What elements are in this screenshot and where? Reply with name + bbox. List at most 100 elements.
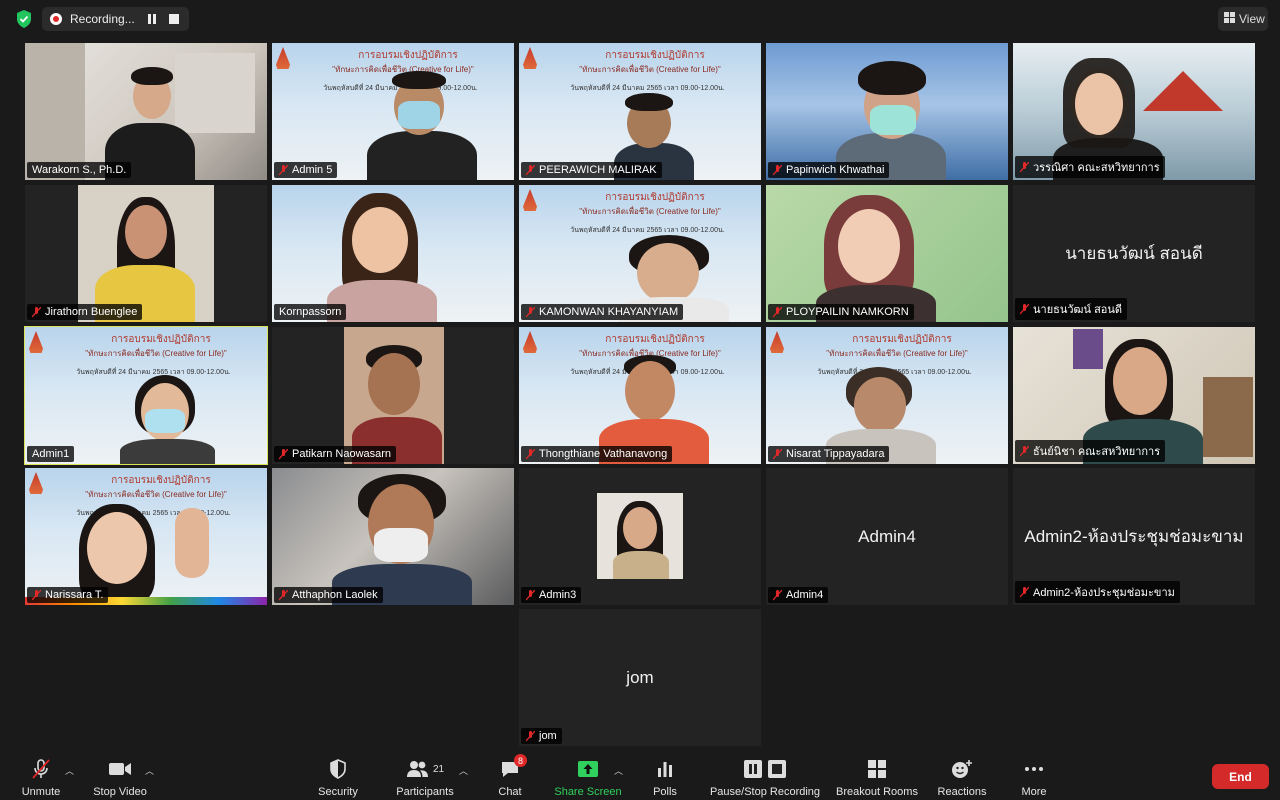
video-options-caret[interactable]: ︿: [145, 764, 154, 777]
video-tile[interactable]: Atthaphon Laolek: [272, 468, 514, 605]
muted-mic-icon: [278, 589, 289, 601]
pause-stop-recording-button[interactable]: Pause/Stop Recording: [707, 752, 823, 800]
stop-video-button[interactable]: Stop Video: [90, 752, 150, 800]
slide-subtitle: "ทักษะการคิดเพื่อชีวิต (Creative for Lif…: [579, 207, 721, 216]
record-icon: [50, 13, 62, 25]
security-button[interactable]: Security: [313, 752, 363, 800]
participant-name-label: Warakorn S., Ph.D.: [32, 164, 127, 176]
recording-controls-icon: [743, 758, 787, 780]
video-tile[interactable]: Admin3: [519, 468, 761, 605]
breakout-rooms-label: Breakout Rooms: [836, 786, 918, 798]
participant-name-label: Thongthiane Vathanavong: [539, 448, 668, 460]
polls-button[interactable]: Polls: [645, 752, 685, 800]
smiley-plus-icon: [951, 758, 973, 780]
participant-name: PEERAWICH MALIRAK: [521, 162, 662, 178]
video-tile[interactable]: การอบรมเชิงปฏิบัติการ "ทักษะการคิดเพื่อช…: [25, 468, 267, 605]
video-tile[interactable]: การอบรมเชิงปฏิบัติการ "ทักษะการคิดเพื่อช…: [519, 185, 761, 322]
video-tile[interactable]: ธันย์นิชา คณะสหวิทยาการ: [1013, 327, 1255, 464]
breakout-rooms-button[interactable]: Breakout Rooms: [834, 752, 920, 800]
share-screen-button[interactable]: Share Screen: [553, 752, 623, 800]
participant-name-label: Admin 5: [292, 164, 333, 176]
video-tile[interactable]: การอบรมเชิงปฏิบัติการ "ทักษะการคิดเพื่อช…: [272, 43, 514, 180]
participants-options-caret[interactable]: ︿: [459, 764, 468, 777]
participant-name-label: KAMONWAN KHAYANYIAM: [539, 306, 679, 318]
view-button[interactable]: View: [1218, 7, 1268, 31]
muted-mic-icon: [772, 164, 783, 176]
participant-name: Nisarat Tippayadara: [768, 446, 890, 462]
share-options-caret[interactable]: ︿: [614, 764, 623, 777]
unmute-button[interactable]: Unmute: [16, 752, 66, 800]
participant-name-label: jom: [539, 730, 557, 742]
video-tile[interactable]: Admin4 Admin4: [766, 468, 1008, 605]
participant-name-label: นายธนวัฒน์ สอนดี: [1033, 304, 1123, 316]
muted-mic-icon: [1019, 586, 1030, 598]
participant-name-label: ธันย์นิชา คณะสหวิทยาการ: [1033, 446, 1161, 458]
chat-label: Chat: [498, 786, 522, 798]
participant-name: Admin1: [27, 446, 75, 462]
stop-recording-button[interactable]: [167, 12, 181, 26]
video-camera-icon: [108, 758, 132, 780]
participants-button[interactable]: 21 Participants: [393, 752, 457, 800]
slide-title: การอบรมเชิงปฏิบัติการ: [852, 334, 952, 345]
end-meeting-button[interactable]: End: [1212, 764, 1269, 789]
participant-name: KAMONWAN KHAYANYIAM: [521, 304, 684, 320]
video-tile[interactable]: นายธนวัฒน์ สอนดี นายธนวัฒน์ สอนดี: [1013, 185, 1255, 322]
muted-mic-icon: [525, 306, 536, 318]
video-tile[interactable]: Admin2-ห้องประชุมช่อมะขาม Admin2-ห้องประ…: [1013, 468, 1255, 605]
participant-name: jom: [521, 728, 562, 744]
slide-title: การอบรมเชิงปฏิบัติการ: [605, 334, 705, 345]
participant-name-label: Jirathorn Buenglee: [45, 306, 138, 318]
muted-mic-icon: [1019, 445, 1030, 457]
participant-name: Narissara T.: [27, 587, 109, 603]
video-tile[interactable]: การอบรมเชิงปฏิบัติการ "ทักษะการคิดเพื่อช…: [519, 327, 761, 464]
view-label: View: [1239, 12, 1265, 26]
participant-name: Admin4: [768, 587, 829, 603]
video-tile[interactable]: Patikarn Naowasarn: [272, 327, 514, 464]
participant-name: Thongthiane Vathanavong: [521, 446, 673, 462]
participant-display-name: jom: [626, 667, 654, 687]
slide-subtitle: "ทักษะการคิดเพื่อชีวิต (Creative for Lif…: [579, 65, 721, 74]
shield-icon: [329, 758, 347, 780]
video-tile[interactable]: PLOYPAILIN NAMKORN: [766, 185, 1008, 322]
slide-date: วันพฤหัสบดีที่ 24 มีนาคม 2565 เวลา 09.00…: [76, 510, 231, 517]
participant-name-label: Nisarat Tippayadara: [786, 448, 885, 460]
audio-options-caret[interactable]: ︿: [65, 764, 74, 777]
security-label: Security: [318, 786, 358, 798]
pause-recording-button[interactable]: [145, 12, 159, 26]
participant-name: นายธนวัฒน์ สอนดี: [1015, 298, 1128, 320]
meeting-toolbar: Unmute ︿ Stop Video ︿ Security 21 Partic…: [0, 752, 1280, 800]
video-tile[interactable]: วรรณิศา คณะสหวิทยาการ: [1013, 43, 1255, 180]
shield-icon[interactable]: [14, 9, 34, 29]
participant-name: PLOYPAILIN NAMKORN: [768, 304, 914, 320]
share-screen-label: Share Screen: [554, 786, 622, 798]
video-tile[interactable]: การอบรมเชิงปฏิบัติการ "ทักษะการคิดเพื่อช…: [519, 43, 761, 180]
breakout-rooms-icon: [867, 758, 887, 780]
recording-label: Pause/Stop Recording: [709, 786, 821, 798]
slide-title: การอบรมเชิงปฏิบัติการ: [111, 334, 211, 345]
participant-name: Papinwich Khwathai: [768, 162, 890, 178]
video-tile[interactable]: jom jom: [519, 609, 761, 746]
slide-date: วันพฤหัสบดีที่ 24 มีนาคม 2565 เวลา 09.00…: [570, 227, 725, 234]
video-tile[interactable]: Warakorn S., Ph.D.: [25, 43, 267, 180]
video-tile-active-speaker[interactable]: การอบรมเชิงปฏิบัติการ "ทักษะการคิดเพื่อช…: [24, 326, 268, 465]
video-tile[interactable]: การอบรมเชิงปฏิบัติการ "ทักษะการคิดเพื่อช…: [766, 327, 1008, 464]
video-tile[interactable]: Kornpassorn: [272, 185, 514, 322]
muted-mic-icon: [525, 589, 536, 601]
muted-mic-icon: [1019, 161, 1030, 173]
participant-name-label: Admin4: [786, 589, 824, 601]
participant-name-label: Kornpassorn: [279, 306, 342, 318]
muted-mic-icon: [1019, 303, 1030, 315]
unmute-label: Unmute: [21, 786, 61, 798]
polls-label: Polls: [653, 786, 677, 798]
video-tile[interactable]: Jirathorn Buenglee: [25, 185, 267, 322]
slide-title: การอบรมเชิงปฏิบัติการ: [605, 192, 705, 203]
muted-mic-icon: [278, 164, 289, 176]
participant-name: Kornpassorn: [274, 304, 347, 320]
participant-name-label: Papinwich Khwathai: [786, 164, 885, 176]
reactions-button[interactable]: Reactions: [934, 752, 990, 800]
participants-icon: 21: [406, 758, 444, 780]
chat-button[interactable]: 8 Chat: [490, 752, 530, 800]
more-button[interactable]: More: [1014, 752, 1054, 800]
participant-name: Jirathorn Buenglee: [27, 304, 143, 320]
video-tile[interactable]: Papinwich Khwathai: [766, 43, 1008, 180]
